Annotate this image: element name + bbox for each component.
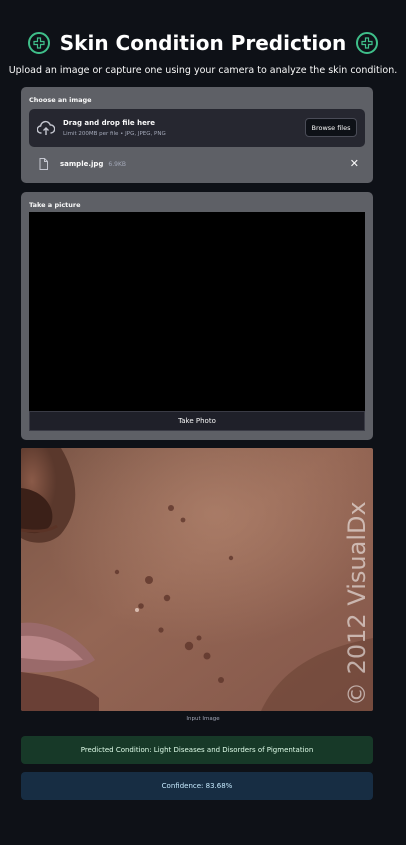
prediction-alert: Predicted Condition: Light Diseases and … [21,736,373,764]
camera-label: Take a picture [29,201,81,209]
uploader-label: Choose an image [29,96,92,104]
medical-cross-icon [356,32,379,54]
confidence-alert: Confidence: 83.68% [21,772,373,800]
file-uploader-card: Choose an image Drag and drop file here … [21,87,373,183]
watermark: © 2012 VisualDx [343,501,371,706]
take-photo-button[interactable]: Take Photo [29,411,365,431]
remove-file-close-icon[interactable]: ✕ [350,157,359,171]
input-image: © 2012 VisualDx [21,448,373,711]
page-subtitle: Upload an image or capture one using you… [8,65,398,76]
file-name: sample.jpg [60,160,104,168]
medical-cross-icon [27,32,50,54]
browse-files-button[interactable]: Browse files [305,118,357,137]
cloud-upload-icon [37,120,55,135]
file-icon [39,158,48,170]
file-size: 6.9KB [108,160,127,168]
camera-preview [29,212,365,411]
dropzone-instructions: Drag and drop file here [63,119,156,127]
app-page: Skin Condition Prediction Upload an imag… [0,0,406,845]
camera-input-card: Take a picture Take Photo [21,192,373,440]
title-row: Skin Condition Prediction [0,28,406,58]
uploaded-file-row: sample.jpg 6.9KB [39,157,126,171]
page-title: Skin Condition Prediction [59,31,347,55]
file-dropzone[interactable]: Drag and drop file here Limit 200MB per … [29,109,365,147]
dropzone-limit: Limit 200MB per file • JPG, JPEG, PNG [63,131,166,137]
image-caption: Input Image [186,716,220,722]
